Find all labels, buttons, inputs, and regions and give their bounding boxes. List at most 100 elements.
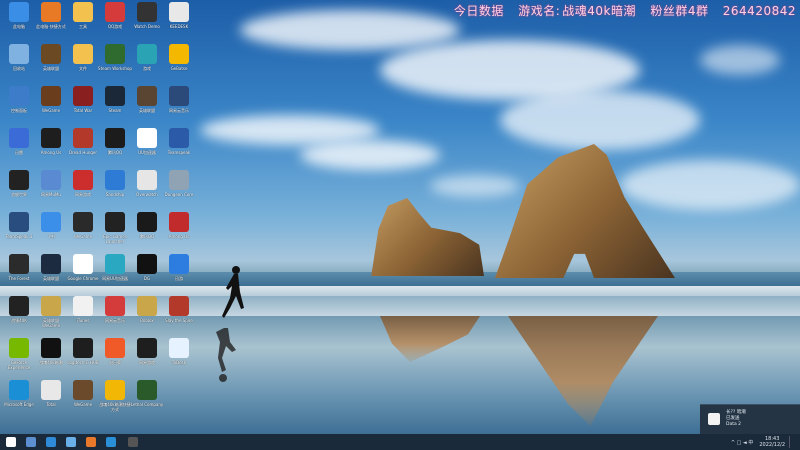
desktop-icon-label: ToDesk — [171, 360, 187, 365]
desktop-icon[interactable]: 网易云音乐 — [98, 296, 132, 334]
taskbar-app-orange[interactable] — [86, 437, 96, 447]
desktop-icon-label: 控制面板 — [11, 108, 27, 113]
taskbar-edge[interactable] — [106, 437, 116, 447]
desktop-icon[interactable]: WeGame — [34, 86, 68, 124]
desktop-icon[interactable]: 游戏 — [130, 44, 164, 82]
desktop-icon-label: Sandship — [105, 192, 125, 197]
desktop-icon[interactable]: 网易UU加速器 — [98, 254, 132, 292]
desktop-icon[interactable]: GeForce Experience — [2, 338, 36, 376]
desktop-icon-label: 此电脑-快捷方式 — [36, 24, 66, 29]
desktop-icon-label: 向日葵 — [109, 360, 121, 365]
desktop-icon[interactable]: Teamspeak — [162, 128, 196, 166]
notification-detail: Data 2 — [726, 422, 742, 427]
desktop-icon[interactable]: Slay the Spire — [162, 296, 196, 334]
desktop-icon[interactable]: Dread Hunger — [66, 128, 100, 166]
desktop-icon[interactable]: 此电脑 — [2, 2, 36, 40]
game-icon — [169, 170, 189, 190]
desktop-icon[interactable]: Sandship — [98, 170, 132, 208]
app-icon — [105, 2, 125, 22]
desktop-icon[interactable]: Among Us — [162, 212, 196, 250]
desktop-icon-label: Overwatch — [136, 192, 158, 197]
desktop-icon[interactable]: Dungeon Core — [162, 170, 196, 208]
desktop-icon[interactable]: 控制面板 — [2, 86, 36, 124]
desktop-icon-label: Steam — [108, 108, 122, 113]
desktop-icon[interactable]: 迅雷 — [2, 128, 36, 166]
desktop-icon[interactable]: 英雄联盟WeGame — [34, 296, 68, 334]
folder-icon — [41, 380, 61, 400]
game-icon — [137, 296, 157, 316]
desktop-icon[interactable]: TeamSpeak 3 — [2, 212, 36, 250]
desktop-icon[interactable]: Total War — [66, 86, 100, 124]
taskbar-app-blue[interactable] — [46, 437, 56, 447]
desktop-icon[interactable]: Roblox — [130, 296, 164, 334]
desktop-icon[interactable]: 战魂40k暗潮快捷方式 — [98, 380, 132, 418]
desktop-icon[interactable]: 战锤40K — [2, 296, 36, 334]
desktop-icon[interactable]: 网易MuMu — [34, 170, 68, 208]
desktop-icon-label: Among Us — [40, 150, 62, 155]
notification-toast[interactable]: 长?? 暗潮 已发送 Data 2 — [700, 404, 800, 434]
taskbar-app-circle[interactable] — [66, 437, 76, 447]
desktop-icon-label: 网易游戏 — [75, 192, 91, 197]
desktop-icon[interactable]: ToDesk — [162, 338, 196, 376]
show-desktop-button[interactable] — [789, 436, 796, 448]
stream-overlay-text: 今日数据 游戏名: 战魂40k暗潮 粉丝群4群 264420842 — [444, 2, 796, 19]
desktop-icon[interactable]: iTunes — [66, 296, 100, 334]
desktop-icon[interactable]: Total — [34, 380, 68, 418]
desktop-icon[interactable]: 网易云音乐 — [162, 86, 196, 124]
desktop-icon[interactable]: 网易游戏 — [66, 170, 100, 208]
app-icon — [41, 2, 61, 22]
clock[interactable]: 18:43 2022/12/2 — [759, 436, 785, 448]
desktop-icon[interactable]: Watch Demo — [130, 2, 164, 40]
desktop-icon[interactable]: 网易游戏 — [130, 338, 164, 376]
desktop-icon[interactable]: Google Chrome — [66, 254, 100, 292]
start-button[interactable] — [6, 437, 16, 447]
desktop-icon[interactable]: UU加速器 — [130, 128, 164, 166]
desktop-icon-label: WeGame — [41, 108, 61, 113]
desktop-icon[interactable]: GeBatse — [162, 44, 196, 82]
desktop-icon[interactable]: Lethal Company — [130, 380, 164, 418]
desktop-icon[interactable]: Microsoft Edge — [2, 380, 36, 418]
desktop-icon[interactable]: 文件 — [66, 44, 100, 82]
app-icon — [73, 338, 93, 358]
desktop-icon[interactable]: WeGame — [66, 380, 100, 418]
desktop-icon[interactable]: Steam Workshop — [98, 44, 132, 82]
desktop-icon[interactable]: 战魂40k暗潮 — [34, 338, 68, 376]
desktop-icon[interactable]: 回收站 — [2, 44, 36, 82]
desktop-icon[interactable]: 飞书 — [34, 212, 68, 250]
desktop-icon[interactable]: 工具 — [66, 2, 100, 40]
desktop-icon[interactable]: DG — [130, 254, 164, 292]
folder-icon — [73, 2, 93, 22]
desktop-icon[interactable]: 英雄联盟 — [34, 44, 68, 82]
taskbar-steam[interactable] — [26, 437, 36, 447]
desktop-icon[interactable]: Overwatch — [130, 170, 164, 208]
game-icon — [169, 44, 189, 64]
game-icon — [105, 44, 125, 64]
desktop-icon-label: 战魂40k暗潮快捷方式 — [99, 402, 131, 412]
desktop-icon[interactable]: 此电脑-快捷方式 — [34, 2, 68, 40]
tray-icons[interactable]: ^ □ ◄ 中 — [731, 439, 754, 446]
desktop-icon-label: Among Us — [168, 234, 190, 239]
desktop-icon-label: 英雄联盟WeGame — [41, 318, 61, 328]
desktop-icon[interactable]: The Forest — [2, 254, 36, 292]
desktop-icon[interactable]: Among Us — [34, 128, 68, 166]
desktop-icon-label: 游戏 — [143, 66, 151, 71]
desktop-icon-label: 战舰世界 — [11, 192, 27, 197]
desktop-icon[interactable]: 腾讯QQ — [98, 128, 132, 166]
desktop-icon[interactable]: 战舰世界 — [2, 170, 36, 208]
game-icon — [9, 170, 29, 190]
desktop-icon[interactable]: Epic Games Launcher — [98, 212, 132, 250]
desktop-icon[interactable]: Logitech G HUB — [66, 338, 100, 376]
desktop-icon[interactable]: 迅游 — [162, 254, 196, 292]
desktop-icon[interactable]: QQ游戏 — [98, 2, 132, 40]
taskbar-app-dark[interactable] — [128, 437, 138, 447]
desktop-icon[interactable]: 英雄联盟 — [130, 86, 164, 124]
desktop-icon[interactable]: 向日葵 — [98, 338, 132, 376]
desktop-icon[interactable]: Steam — [98, 86, 132, 124]
desktop-icon-label: 迅游 — [175, 276, 183, 281]
game-icon — [73, 128, 93, 148]
desktop-icon[interactable]: 腾讯QQ — [130, 212, 164, 250]
cloud — [300, 140, 440, 170]
desktop-icon[interactable]: KEEDESK — [162, 2, 196, 40]
desktop-icon[interactable]: WeGame — [66, 212, 100, 250]
desktop-icon[interactable]: 英雄联盟 — [34, 254, 68, 292]
